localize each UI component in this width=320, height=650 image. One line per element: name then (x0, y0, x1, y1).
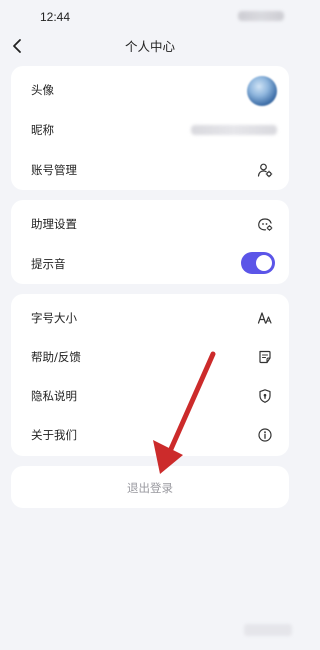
status-bar: 12:44 (0, 0, 300, 32)
row-assistant-settings[interactable]: 助理设置 (11, 205, 289, 243)
row-font-size[interactable]: 字号大小 (11, 299, 289, 337)
row-nickname[interactable]: 昵称 (11, 111, 289, 149)
avatar-label: 头像 (31, 83, 54, 97)
bot-settings-icon (258, 218, 273, 231)
page-title: 个人中心 (124, 39, 175, 54)
row-about[interactable]: 关于我们 (11, 416, 289, 454)
shield-icon (259, 389, 271, 403)
row-notification-sound: 提示音 (11, 245, 289, 283)
status-time: 12:44 (40, 10, 71, 24)
help-feedback-label: 帮助/反馈 (31, 350, 81, 364)
privacy-label: 隐私说明 (31, 389, 77, 403)
watermark (244, 624, 292, 636)
toggle-knob (256, 255, 272, 271)
account-manage-label: 账号管理 (31, 163, 77, 177)
row-help-feedback[interactable]: 帮助/反馈 (11, 338, 289, 376)
header: 个人中心 (0, 32, 300, 60)
misc-card: 字号大小 帮助/反馈 隐私说明 关于我们 (11, 294, 289, 456)
feedback-icon (259, 350, 271, 364)
info-icon (258, 428, 272, 442)
notification-sound-toggle[interactable] (241, 252, 275, 274)
notification-sound-label: 提示音 (31, 257, 66, 271)
assistant-card: 助理设置 提示音 (11, 200, 289, 284)
logout-label: 退出登录 (127, 481, 173, 495)
row-account-manage[interactable]: 账号管理 (11, 151, 289, 189)
about-label: 关于我们 (31, 428, 77, 442)
status-icons (238, 11, 284, 21)
row-privacy[interactable]: 隐私说明 (11, 377, 289, 415)
font-size-icon (257, 312, 272, 324)
font-size-label: 字号大小 (31, 311, 77, 325)
user-settings-icon (257, 163, 273, 178)
nickname-value (191, 125, 277, 135)
account-card: 头像 昵称 账号管理 (11, 66, 289, 190)
assistant-settings-label: 助理设置 (31, 217, 77, 231)
nickname-label: 昵称 (31, 123, 54, 137)
logout-button[interactable]: 退出登录 (11, 466, 289, 508)
avatar[interactable] (247, 76, 277, 106)
row-avatar[interactable]: 头像 (11, 71, 289, 109)
